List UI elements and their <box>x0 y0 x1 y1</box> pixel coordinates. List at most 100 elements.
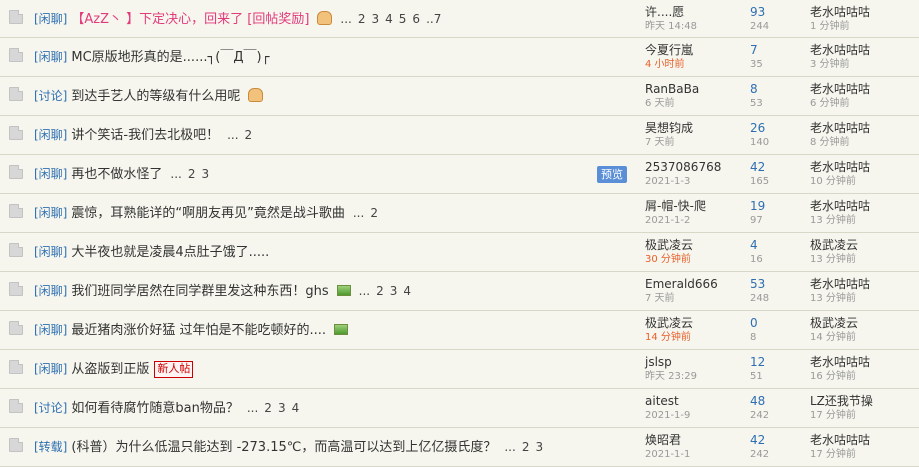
thread-title-link[interactable]: MC原版地形真的是......┐(￣Д￣)┌ <box>71 50 269 65</box>
page-link[interactable]: 5 <box>399 12 407 26</box>
thread-title-link[interactable]: 到达手艺人的等级有什么用呢 <box>71 89 240 104</box>
page-link[interactable]: 4 <box>403 284 411 298</box>
page-link[interactable]: 6 <box>412 12 420 26</box>
post-time: 昨天 14:48 <box>645 21 697 32</box>
thread-title-link[interactable]: 【AzZ丶 】下定决心，回来了 [回帖奖励] <box>71 12 309 27</box>
thread-category-link[interactable]: [闲聊] <box>34 50 67 64</box>
reply-count[interactable]: 19 <box>750 198 800 214</box>
last-post-time[interactable]: 8 分钟前 <box>810 136 915 149</box>
author-name-link[interactable]: 许....愿 <box>645 4 745 20</box>
author-name-link[interactable]: aitest <box>645 393 745 409</box>
page-link[interactable]: 2 <box>370 206 378 220</box>
last-post-time[interactable]: 6 分钟前 <box>810 97 915 110</box>
page-link[interactable]: 4 <box>292 401 300 415</box>
author-name-link[interactable]: RanBaBa <box>645 81 745 97</box>
thread-category-link[interactable]: [转载] <box>34 440 67 454</box>
thread-title-link[interactable]: 最近猪肉涨价好猛 过年怕是不能吃顿好的.... <box>71 323 326 338</box>
reply-count[interactable]: 53 <box>750 276 800 292</box>
thread-title-link[interactable]: (科普）为什么低温只能达到 -273.15℃，而高温可以达到上亿亿摄氏度？ <box>71 440 496 455</box>
last-post-time[interactable]: 13 分钟前 <box>810 253 915 266</box>
thread-category-link[interactable]: [闲聊] <box>34 167 67 181</box>
thread-category-link[interactable]: [闲聊] <box>34 362 67 376</box>
thread-category-link[interactable]: [闲聊] <box>34 284 67 298</box>
preview-button[interactable]: 预览 <box>597 166 627 183</box>
last-poster-link[interactable]: 老水咕咕咕 <box>810 42 915 58</box>
thread-title-link[interactable]: 震惊，耳熟能详的“啊朋友再见”竟然是战斗歌曲 <box>71 206 344 221</box>
author-name-link[interactable]: 极武凌云 <box>645 237 745 253</box>
last-poster-link[interactable]: 老水咕咕咕 <box>810 198 915 214</box>
folder-icon <box>9 399 23 413</box>
author-name-link[interactable]: 极武凌云 <box>645 315 745 331</box>
stats-cell: 7 35 <box>750 42 800 71</box>
thread-category-link[interactable]: [闲聊] <box>34 12 67 26</box>
page-link[interactable]: 3 <box>372 12 380 26</box>
page-link[interactable]: 4 <box>385 12 393 26</box>
post-time: 2021-1-2 <box>645 215 691 226</box>
last-poster-link[interactable]: 老水咕咕咕 <box>810 81 915 97</box>
thread-category-link[interactable]: [闲聊] <box>34 128 67 142</box>
page-link[interactable]: 2 <box>522 440 530 454</box>
view-count: 16 <box>750 254 763 265</box>
page-link[interactable]: 3 <box>278 401 286 415</box>
reply-count[interactable]: 0 <box>750 315 800 331</box>
reply-count[interactable]: 4 <box>750 237 800 253</box>
reply-count[interactable]: 7 <box>750 42 800 58</box>
last-post-time[interactable]: 16 分钟前 <box>810 370 915 383</box>
reply-count[interactable]: 42 <box>750 159 800 175</box>
view-count: 244 <box>750 21 770 32</box>
reply-count[interactable]: 12 <box>750 354 800 370</box>
page-link: ... <box>504 440 516 454</box>
author-name-link[interactable]: Emerald666 <box>645 276 745 292</box>
author-name-link[interactable]: 焕昭君 <box>645 432 745 448</box>
page-link[interactable]: 2 <box>358 12 366 26</box>
thread-title-link[interactable]: 从盗版到正版 <box>71 362 149 377</box>
thread-category-link[interactable]: [闲聊] <box>34 245 67 259</box>
page-link[interactable]: 3 <box>390 284 398 298</box>
reply-count[interactable]: 93 <box>750 4 800 20</box>
last-post-time[interactable]: 14 分钟前 <box>810 331 915 344</box>
thread-title-link[interactable]: 我们班同学居然在同学群里发这种东西！ghs <box>71 284 328 299</box>
author-name-link[interactable]: 2537086768 <box>645 159 745 175</box>
thread-list: [闲聊] 【AzZ丶 】下定决心，回来了 [回帖奖励]... 2 3 4 5 6 ..7 许..… <box>0 0 919 467</box>
last-post-time[interactable]: 17 分钟前 <box>810 448 915 461</box>
thread-title-link[interactable]: 再也不做水怪了 <box>71 167 162 182</box>
last-poster-link[interactable]: 老水咕咕咕 <box>810 432 915 448</box>
last-poster-link[interactable]: LZ还我节操 <box>810 393 915 409</box>
last-poster-link[interactable]: 老水咕咕咕 <box>810 354 915 370</box>
thread-category-link[interactable]: [讨论] <box>34 401 67 415</box>
page-link[interactable]: 2 <box>188 167 196 181</box>
last-poster-link[interactable]: 老水咕咕咕 <box>810 276 915 292</box>
page-link[interactable]: 3 <box>201 167 209 181</box>
thread-title-link[interactable]: 讲个笑话-我们去北极吧！ <box>71 128 219 143</box>
thread-category-link[interactable]: [闲聊] <box>34 323 67 337</box>
page-link[interactable]: 2 <box>245 128 253 142</box>
page-link[interactable]: ..7 <box>426 12 441 26</box>
last-post-time[interactable]: 13 分钟前 <box>810 214 915 227</box>
author-name-link[interactable]: jslsp <box>645 354 745 370</box>
thread-category-link[interactable]: [讨论] <box>34 89 67 103</box>
last-post-time[interactable]: 10 分钟前 <box>810 175 915 188</box>
author-name-link[interactable]: 今夏行嵐 <box>645 42 745 58</box>
thread-title-link[interactable]: 大半夜也就是凌晨4点肚子饿了..... <box>71 245 269 260</box>
last-poster-link[interactable]: 老水咕咕咕 <box>810 120 915 136</box>
reply-count[interactable]: 8 <box>750 81 800 97</box>
reply-count[interactable]: 48 <box>750 393 800 409</box>
last-post-time[interactable]: 1 分钟前 <box>810 20 915 33</box>
page-link[interactable]: 2 <box>376 284 384 298</box>
last-post-time[interactable]: 3 分钟前 <box>810 58 915 71</box>
last-post-time[interactable]: 17 分钟前 <box>810 409 915 422</box>
author-name-link[interactable]: 昊想钧成 <box>645 120 745 136</box>
thread-category-link[interactable]: [闲聊] <box>34 206 67 220</box>
last-poster-link[interactable]: 老水咕咕咕 <box>810 159 915 175</box>
thread-row: [闲聊] MC原版地形真的是......┐(￣Д￣)┌ 今夏行嵐 4 小时前 7 35 老水… <box>0 38 919 77</box>
page-link[interactable]: 2 <box>264 401 272 415</box>
last-poster-link[interactable]: 极武凌云 <box>810 315 915 331</box>
last-post-time[interactable]: 13 分钟前 <box>810 292 915 305</box>
last-poster-link[interactable]: 极武凌云 <box>810 237 915 253</box>
page-link[interactable]: 3 <box>535 440 543 454</box>
reply-count[interactable]: 26 <box>750 120 800 136</box>
thread-title-link[interactable]: 如何看待腐竹随意ban物品？ <box>71 401 238 416</box>
author-name-link[interactable]: 屑-帽-快-爬 <box>645 198 745 214</box>
last-poster-link[interactable]: 老水咕咕咕 <box>810 4 915 20</box>
reply-count[interactable]: 42 <box>750 432 800 448</box>
